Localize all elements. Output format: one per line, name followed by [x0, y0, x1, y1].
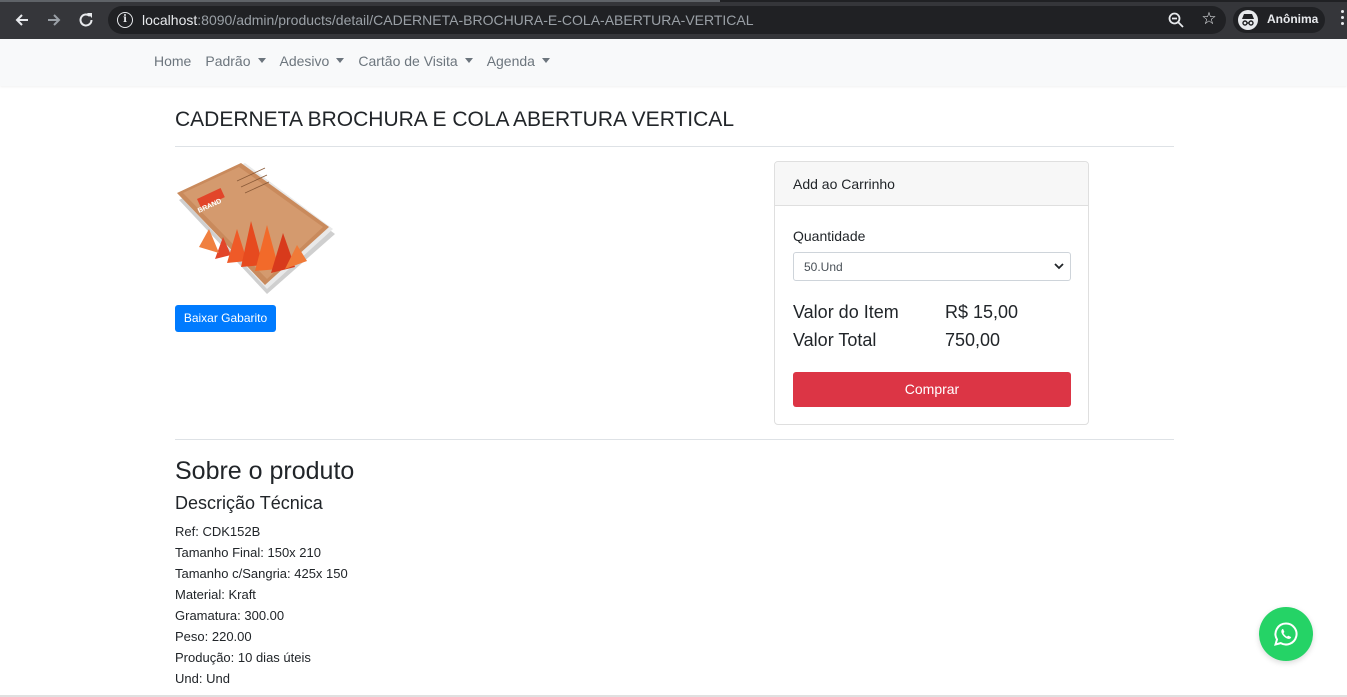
nav-item-home[interactable]: Home	[147, 53, 198, 69]
nav-item-label: Cartão de Visita	[358, 53, 458, 69]
whatsapp-icon	[1274, 622, 1298, 646]
spec-item: Peso: 220.00	[175, 629, 252, 644]
buy-button[interactable]: Comprar	[793, 372, 1071, 407]
forward-button[interactable]	[42, 8, 66, 32]
quantity-selected-value: 50.Und	[804, 260, 843, 274]
total-value-label: Valor Total	[793, 330, 877, 350]
url-host: localhost	[142, 12, 198, 28]
arrow-left-icon	[15, 14, 28, 26]
zoom-icon[interactable]	[1167, 11, 1185, 29]
caret-down-icon	[464, 58, 473, 63]
item-value-label: Valor do Item	[793, 302, 899, 322]
spec-item: Material: Kraft	[175, 587, 256, 602]
section-divider	[175, 439, 1174, 440]
arrow-right-icon	[48, 14, 61, 26]
about-heading: Sobre o produto	[175, 457, 355, 485]
quantity-select[interactable]: 50.Und	[793, 252, 1071, 281]
caret-down-icon	[541, 58, 550, 63]
item-value: R$ 15,00	[945, 302, 1019, 322]
nav-item-adesivo[interactable]: Adesivo	[273, 53, 352, 69]
item-value-row: Valor do Item R$ 15,00	[793, 302, 1018, 323]
quantity-label: Quantidade	[793, 228, 866, 244]
title-divider	[175, 146, 1174, 147]
info-icon[interactable]: i	[117, 12, 133, 28]
incognito-icon	[1238, 10, 1258, 30]
url-path: :8090/admin/products/detail/CADERNETA-BR…	[197, 12, 754, 28]
add-to-cart-card: Add ao Carrinho Quantidade 50.Und Valor …	[774, 161, 1089, 425]
product-title: CADERNETA BROCHURA E COLA ABERTURA VERTI…	[175, 108, 734, 131]
whatsapp-button[interactable]	[1259, 607, 1313, 661]
spec-item: Gramatura: 300.00	[175, 608, 285, 623]
navbar-links: Home Padrão Adesivo Cartão de Visita Agenda	[147, 53, 557, 69]
nav-item-padrao[interactable]: Padrão	[198, 53, 272, 69]
cart-card-header: Add ao Carrinho	[775, 162, 1088, 206]
address-bar[interactable]: i localhost:8090/admin/products/detail/C…	[108, 6, 1226, 34]
spec-list: Ref: CDK152B Tamanho Final: 150x 210 Taman…	[175, 521, 348, 689]
nav-item-agenda[interactable]: Agenda	[480, 53, 557, 69]
reload-icon	[79, 13, 93, 27]
browser-toolbar: i localhost:8090/admin/products/detail/C…	[0, 0, 1347, 39]
spec-item: Tamanho c/Sangria: 425x 150	[175, 566, 348, 581]
technical-description-heading: Descrição Técnica	[175, 493, 323, 513]
caret-down-icon	[336, 58, 345, 63]
profile-label: Anônima	[1267, 12, 1319, 26]
back-button[interactable]	[10, 8, 34, 32]
nav-item-label: Home	[154, 53, 192, 69]
bookmark-star-icon[interactable]: ☆	[1199, 9, 1219, 29]
reload-button[interactable]	[74, 8, 98, 32]
download-template-button[interactable]: Baixar Gabarito	[175, 305, 276, 332]
nav-item-cartao-de-visita[interactable]: Cartão de Visita	[351, 53, 479, 69]
active-tab-indicator	[0, 0, 720, 2]
caret-down-icon	[257, 58, 266, 63]
nav-item-label: Agenda	[486, 53, 535, 69]
total-value: 750,00	[945, 330, 1001, 350]
site-navbar: Home Padrão Adesivo Cartão de Visita Agenda	[0, 39, 1347, 86]
nav-item-label: Adesivo	[279, 53, 330, 69]
product-image: BRAND	[177, 163, 335, 294]
spec-item: Ref: CDK152B	[175, 524, 261, 539]
url-text[interactable]: localhost:8090/admin/products/detail/CAD…	[142, 12, 754, 28]
chevron-down-icon	[1054, 263, 1064, 270]
nav-item-label: Padrão	[205, 53, 251, 69]
total-value-row: Valor Total 750,00	[793, 330, 1000, 351]
browser-menu-icon[interactable]	[1338, 10, 1347, 30]
spec-item: Produção: 10 dias úteis	[175, 650, 311, 665]
tab-strip	[0, 0, 1347, 2]
incognito-profile-button[interactable]: Anônima	[1233, 7, 1325, 33]
spec-item: Tamanho Final: 150x 210	[175, 545, 321, 560]
spec-item: Und: Und	[175, 671, 230, 686]
